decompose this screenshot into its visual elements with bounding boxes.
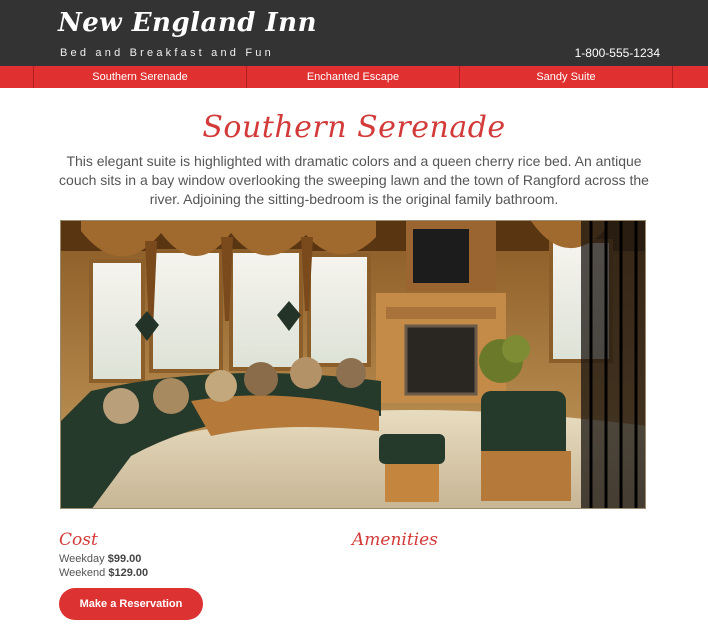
phone-number[interactable]: 1-800-555-1234 [575, 46, 660, 60]
rate-price: $129.00 [108, 567, 149, 579]
site-logo[interactable]: New England Inn [58, 8, 317, 38]
main-nav: Southern Serenade Enchanted Escape Sandy… [0, 66, 708, 88]
suite-title: Southern Serenade [202, 110, 506, 145]
rate-price: $99.00 [107, 553, 142, 565]
weekday-rate: Weekday $99.00 [59, 553, 141, 565]
weekend-rate: Weekend $129.00 [59, 567, 148, 579]
nav-item-sandy-suite[interactable]: Sandy Suite [460, 66, 672, 88]
amenities-heading: Amenities [352, 530, 438, 550]
nav-item-enchanted-escape[interactable]: Enchanted Escape [247, 66, 459, 88]
suite-photo [60, 220, 646, 509]
make-reservation-button[interactable]: Make a Reservation [59, 588, 203, 620]
nav-divider [672, 66, 673, 88]
suite-description: This elegant suite is highlighted with d… [59, 153, 649, 207]
rate-label: Weekday [59, 553, 105, 565]
rate-label: Weekend [59, 567, 106, 579]
cost-heading: Cost [59, 530, 98, 550]
nav-item-southern-serenade[interactable]: Southern Serenade [34, 66, 246, 88]
site-header: New England Inn Bed and Breakfast and Fu… [0, 0, 708, 66]
site-tagline: Bed and Breakfast and Fun [60, 47, 274, 59]
